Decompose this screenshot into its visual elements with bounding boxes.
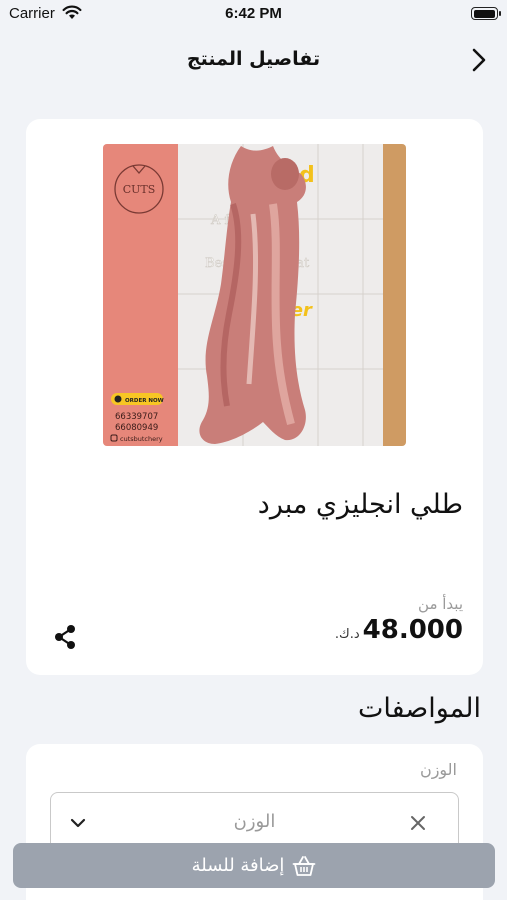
price: 48.000د.ك. [335, 615, 463, 645]
status-bar: Carrier 6:42 PM [0, 0, 507, 30]
clear-button[interactable] [408, 813, 428, 833]
order-badge: ORDER NOW [125, 398, 164, 404]
clock: 6:42 PM [225, 5, 282, 22]
product-card: d yer A fresh meat Best fresh meat CUTS … [26, 119, 483, 675]
phone-2: 66080949 [115, 423, 158, 433]
product-name: طلي انجليزي مبرد [257, 489, 463, 520]
basket-icon [293, 855, 316, 876]
page-title: تفاصيل المنتج [186, 48, 321, 70]
add-to-cart-button[interactable]: إضافة للسلة [13, 843, 495, 888]
close-icon [411, 816, 425, 830]
back-button[interactable] [465, 46, 493, 74]
add-to-cart-label: إضافة للسلة [191, 855, 285, 876]
price-currency: د.ك. [334, 627, 360, 642]
product-image: d yer A fresh meat Best fresh meat CUTS … [103, 144, 406, 446]
specs-title: المواصفات [357, 693, 481, 724]
weight-placeholder: الوزن [233, 811, 276, 832]
weight-label: الوزن [419, 760, 457, 779]
share-button[interactable] [52, 623, 78, 651]
battery-icon [471, 7, 501, 20]
price-value: 48.000 [362, 615, 463, 645]
share-icon [55, 625, 75, 649]
phone-1: 66339707 [115, 412, 158, 422]
nav-bar: تفاصيل المنتج [0, 38, 507, 82]
chevron-right-icon [472, 48, 486, 72]
price-from-label: يبدأ من [418, 595, 463, 613]
logo-text: CUTS [123, 183, 156, 196]
handle: cutsbutchery [120, 435, 163, 443]
chevron-down-icon[interactable] [69, 817, 87, 829]
